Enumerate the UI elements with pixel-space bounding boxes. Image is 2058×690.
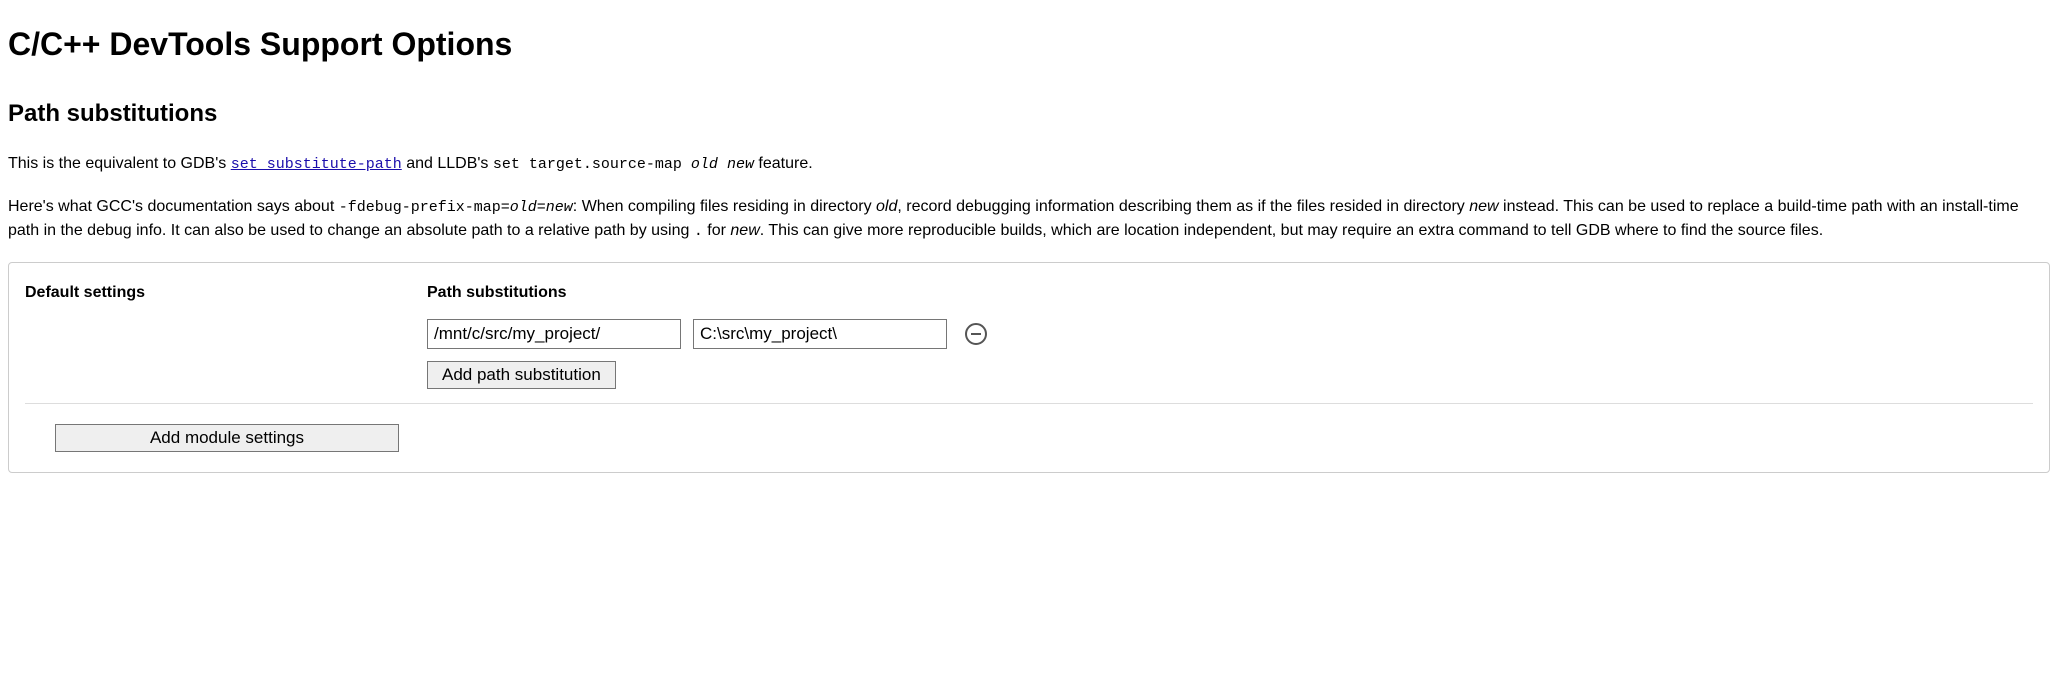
path-substitutions-label: Path substitutions <box>427 281 2033 305</box>
settings-panel: Default settings Path substitutions Add … <box>8 262 2050 473</box>
intro-paragraph-1: This is the equivalent to GDB's set subs… <box>8 152 2050 177</box>
intro-paragraph-2: Here's what GCC's documentation says abo… <box>8 195 2050 244</box>
page-title: C/C++ DevTools Support Options <box>8 20 2050 68</box>
remove-row-button[interactable] <box>965 323 987 345</box>
add-module-settings-button[interactable]: Add module settings <box>55 424 399 452</box>
section-title-path-substitutions: Path substitutions <box>8 96 2050 132</box>
path-from-input[interactable] <box>427 319 681 349</box>
path-to-input[interactable] <box>693 319 947 349</box>
add-path-substitution-button[interactable]: Add path substitution <box>427 361 616 389</box>
divider <box>25 403 2033 404</box>
path-substitution-row <box>427 319 2033 349</box>
default-settings-label: Default settings <box>25 281 427 305</box>
set-substitute-path-link[interactable]: set substitute-path <box>231 156 402 173</box>
